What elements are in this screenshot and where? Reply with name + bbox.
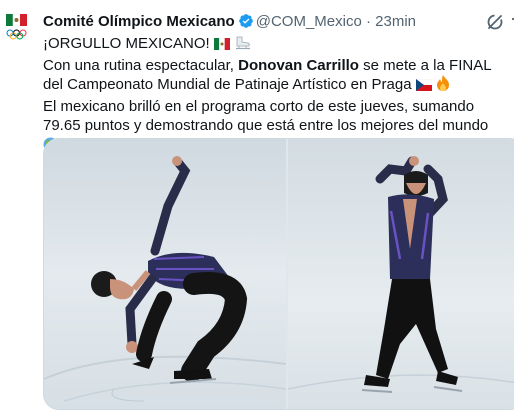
post-line-2-start: Con una rutina espectacular,: [43, 56, 239, 74]
athlete-name: Donovan Carrillo: [238, 56, 359, 74]
fire-emoji: [436, 75, 450, 97]
grok-icon[interactable]: [486, 13, 504, 31]
post-line-3-text: El mexicano brilló en el programa corto …: [43, 97, 489, 135]
skater-photo-left[interactable]: [44, 139, 286, 409]
author-name[interactable]: Comité Olímpico Mexicano: [43, 13, 235, 30]
czech-flag-emoji: [415, 77, 432, 97]
author-avatar[interactable]: [4, 12, 30, 46]
post-time[interactable]: 23min: [375, 13, 416, 30]
author-handle[interactable]: @COM_Mexico: [256, 13, 362, 30]
skate-emoji: [234, 36, 251, 56]
verified-icon: [238, 13, 254, 29]
post-header: Comité Olímpico Mexicano @COM_Mexico · 23…: [43, 12, 506, 34]
post-line-2: Con una rutina espectacular, Donovan Car…: [43, 56, 505, 97]
post-line-1: ¡ORGULLO MEXICANO!: [43, 34, 505, 56]
skater-photo-right[interactable]: [288, 139, 514, 409]
more-icon[interactable]: ⋯: [510, 10, 514, 30]
mexico-flag-emoji: [213, 36, 230, 56]
post-media[interactable]: [43, 138, 514, 410]
post-line-1-text: ¡ORGULLO MEXICANO!: [43, 35, 210, 52]
olympic-mexico-logo: [6, 13, 27, 40]
